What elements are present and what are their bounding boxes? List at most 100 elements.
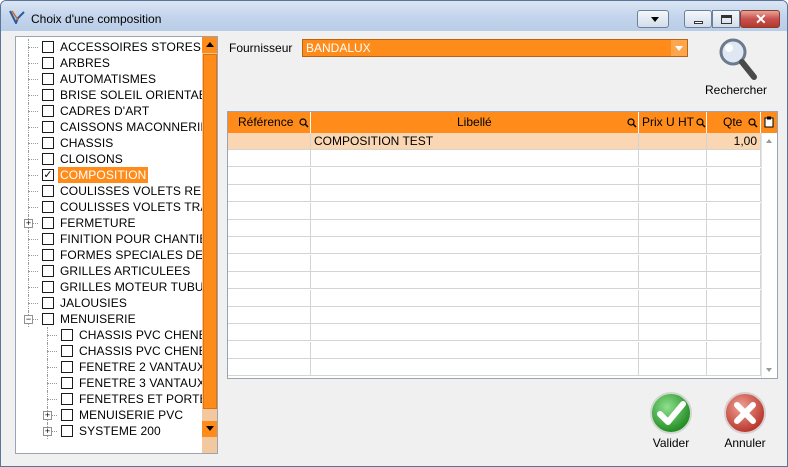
tree-item[interactable]: FORMES SPECIALES DE M [16,247,217,263]
tree-item[interactable]: CHASSIS PVC CHENE [16,343,207,359]
tree-item-checkbox[interactable] [42,57,54,69]
expand-icon[interactable]: + [43,427,52,436]
tree-item-checkbox[interactable] [61,409,73,421]
table-vertical-scrollbar[interactable] [761,133,777,378]
tree-item[interactable]: GRILLES ARTICULEES [16,263,202,279]
tree-item[interactable]: FENETRE 2 VANTAUX [16,359,205,375]
tree-item[interactable]: − MENUISERIE [16,311,202,327]
tree-item-checkbox[interactable] [42,233,54,245]
tree-item-checkbox[interactable] [42,41,54,53]
column-chooser-button[interactable] [761,112,777,133]
table-row[interactable] [228,150,761,168]
tree-item[interactable]: COULISSES VOLETS TRA [16,199,208,215]
tree-item-checkbox[interactable] [61,425,73,437]
scroll-thumb[interactable] [203,54,217,409]
close-button[interactable]: ✕ [740,10,780,28]
column-header-qte[interactable]: Qte [707,112,761,133]
column-search-icon[interactable] [627,118,637,128]
tree-item-checkbox[interactable] [61,377,73,389]
category-tree[interactable]: + SYSTEME 200 + MENUISERIE PVC FENETRES ET P… [15,36,218,454]
expand-icon[interactable]: + [24,219,33,228]
title-bar[interactable]: Choix d'une composition ✕ [1,1,787,31]
expand-icon[interactable]: + [43,411,52,420]
collapse-icon[interactable]: − [24,315,33,324]
table-row[interactable] [228,307,761,324]
tree-item-checkbox[interactable] [42,153,54,165]
column-header-prix[interactable]: Prix U HT [639,112,707,133]
tree-item-label: COMPOSITION [58,167,149,183]
tree-item[interactable]: FENETRES ET PORTES [16,391,216,407]
supplier-select[interactable]: BANDALUX [302,39,688,57]
tree-item-checkbox[interactable] [42,89,54,101]
tree-item[interactable]: ARBRES [16,55,202,71]
column-header-libelle[interactable]: Libellé [311,112,639,133]
column-search-icon[interactable] [299,118,309,128]
tree-item[interactable]: ✓ COMPOSITION [16,167,202,183]
table-row[interactable]: COMPOSITION TEST 1,00 [228,133,761,150]
tree-item[interactable]: JALOUSIES [16,295,202,311]
table-cell-libelle [311,220,639,237]
table-cell-qte [707,272,761,290]
table-row[interactable] [228,324,761,342]
tree-item[interactable]: COULISSES VOLETS REN [16,183,210,199]
tree-item-checkbox[interactable]: ✓ [42,169,54,181]
magnifier-icon [719,38,757,80]
tree-item[interactable]: CLOISONS [16,151,202,167]
tree-item-checkbox[interactable] [42,249,54,261]
tree-item-checkbox[interactable] [42,281,54,293]
column-search-icon[interactable] [748,118,758,128]
column-search-icon[interactable] [696,118,706,128]
table-row[interactable] [228,167,761,185]
tree-item-checkbox[interactable] [42,265,54,277]
cancel-button[interactable]: Annuler [715,391,775,453]
tree-item-checkbox[interactable] [42,121,54,133]
tree-item[interactable]: FENETRE 3 VANTAUX [16,375,205,391]
supplier-dropdown-button[interactable] [671,40,687,56]
tree-item[interactable]: AUTOMATISMES [16,71,202,87]
tree-item-checkbox[interactable] [42,73,54,85]
tree-item[interactable]: CHASSIS [16,135,202,151]
tree-item[interactable]: + FERMETURE [16,215,202,231]
tree-item[interactable]: BRISE SOLEIL ORIENTAB [16,87,207,103]
minimize-button[interactable] [684,10,712,28]
table-cell-prix [639,167,707,185]
table-row[interactable] [228,272,761,290]
scroll-down-button[interactable] [202,421,217,437]
tree-item-checkbox[interactable] [42,185,54,197]
table-row[interactable] [228,254,761,272]
column-header-reference[interactable]: Référence [228,112,311,133]
tree-item-checkbox[interactable] [42,105,54,117]
table-row[interactable] [228,237,761,255]
table-row[interactable] [228,185,761,203]
tree-item[interactable]: CHASSIS PVC CHENE [16,327,207,343]
scroll-up-button[interactable] [202,37,217,53]
tree-item[interactable]: + SYSTEME 200 [16,423,202,439]
validate-button[interactable]: Valider [641,391,701,453]
window-menu-button[interactable] [637,10,669,28]
arrow-down-icon [206,426,214,431]
table-cell-qte [707,202,761,220]
tree-item-checkbox[interactable] [42,297,54,309]
tree-item-checkbox[interactable] [61,329,73,341]
search-button[interactable]: Rechercher [701,35,771,99]
table-row[interactable] [228,341,761,359]
tree-item[interactable]: + MENUISERIE PVC [16,407,202,423]
tree-item[interactable]: CAISSONS MACONNERIE [16,119,208,135]
tree-item-checkbox[interactable] [61,361,73,373]
tree-item[interactable]: FINITION POUR CHANTIE [16,231,207,247]
tree-vertical-scrollbar[interactable] [202,37,217,453]
table-row[interactable] [228,202,761,220]
table-row[interactable] [228,220,761,237]
tree-item-checkbox[interactable] [61,393,73,405]
tree-item[interactable]: GRILLES MOTEUR TUBUL [16,279,210,295]
table-row[interactable] [228,359,761,377]
tree-item[interactable]: ACCESSOIRES STORES L [16,39,211,55]
tree-item-checkbox[interactable] [42,137,54,149]
tree-item[interactable]: CADRES D'ART [16,103,202,119]
tree-item-checkbox[interactable] [42,201,54,213]
maximize-button[interactable] [712,10,740,28]
tree-item-checkbox[interactable] [42,313,54,325]
tree-item-checkbox[interactable] [61,345,73,357]
tree-item-checkbox[interactable] [42,217,54,229]
table-row[interactable] [228,289,761,307]
